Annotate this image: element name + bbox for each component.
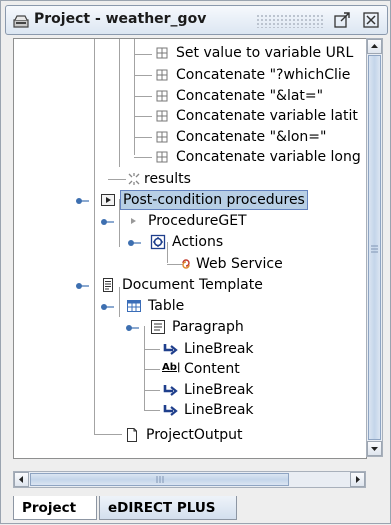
linebreak-icon	[163, 344, 178, 355]
tree-guide	[167, 242, 168, 263]
tab-edirect-plus[interactable]: eDIRECT PLUS	[99, 496, 237, 520]
tree-guide	[144, 390, 160, 391]
web-service-icon	[182, 259, 190, 269]
tree-guide	[134, 137, 152, 138]
title-grip[interactable]	[256, 14, 324, 28]
vertical-scrollbar[interactable]	[366, 38, 383, 457]
arrow-left-icon	[19, 476, 23, 483]
window-title: Project - weather_gov	[34, 11, 207, 27]
tree-guide	[144, 369, 160, 370]
tree-guide	[134, 96, 152, 97]
linebreak-icon	[163, 385, 178, 396]
tab-project[interactable]: Project	[13, 496, 97, 520]
document-icon	[127, 428, 137, 442]
tree-guide	[144, 410, 160, 411]
procedure-folder-icon	[101, 194, 115, 206]
window-title-bar[interactable]: Project - weather_gov	[5, 5, 388, 35]
expand-toggle-icon[interactable]	[127, 238, 141, 248]
tree-guide	[94, 39, 95, 434]
scroll-left-button[interactable]	[14, 472, 29, 487]
vertical-scroll-thumb[interactable]	[368, 55, 381, 440]
tree-guide	[134, 54, 152, 55]
expand-toggle-icon[interactable]	[100, 217, 114, 227]
expand-toggle-icon[interactable]	[75, 196, 89, 206]
actions-icon	[150, 234, 166, 250]
scroll-up-button[interactable]	[367, 39, 382, 54]
tree-guide	[108, 179, 126, 180]
project-icon	[13, 15, 29, 28]
scroll-down-button[interactable]	[367, 441, 382, 456]
linebreak-icon	[163, 405, 178, 416]
document-template-icon	[103, 278, 113, 292]
expand-toggle-icon[interactable]	[75, 281, 89, 291]
procedure-icon	[131, 218, 136, 224]
tree-guide	[144, 349, 160, 350]
paragraph-icon	[151, 320, 165, 334]
arrow-up-icon	[371, 44, 378, 48]
close-icon[interactable]	[362, 11, 380, 29]
project-window: Project - weather_gov Set value to varia…	[0, 0, 391, 524]
tree-guide	[134, 75, 152, 76]
results-icon	[128, 173, 140, 185]
action-icon	[156, 47, 168, 59]
panel-tabs: Project eDIRECT PLUS	[1, 492, 391, 525]
tree-guide	[134, 116, 152, 117]
table-icon	[127, 300, 141, 312]
action-icon	[156, 151, 168, 163]
content-icon: Ab|	[162, 362, 181, 373]
tree-guide	[134, 157, 152, 158]
scroll-right-button[interactable]	[350, 472, 365, 487]
action-icon	[156, 131, 168, 143]
arrow-right-icon	[356, 476, 360, 483]
tree-guide	[144, 326, 145, 410]
action-icon	[156, 110, 168, 122]
tree-guide	[94, 434, 122, 435]
grip-icon	[156, 476, 164, 483]
grip-icon	[371, 245, 378, 253]
expand-toggle-icon[interactable]	[100, 302, 114, 312]
scrollbar-corner	[366, 471, 383, 488]
action-icon	[156, 90, 168, 102]
maximize-icon[interactable]	[333, 11, 351, 29]
project-tree[interactable]: Set value to variable URL Concatenate "?…	[13, 38, 367, 459]
horizontal-scrollbar[interactable]	[13, 471, 366, 488]
action-icon	[156, 69, 168, 81]
horizontal-scroll-thumb[interactable]	[30, 473, 289, 486]
tree-guide	[119, 39, 120, 167]
arrow-down-icon	[371, 447, 378, 451]
expand-toggle-icon[interactable]	[125, 323, 139, 333]
